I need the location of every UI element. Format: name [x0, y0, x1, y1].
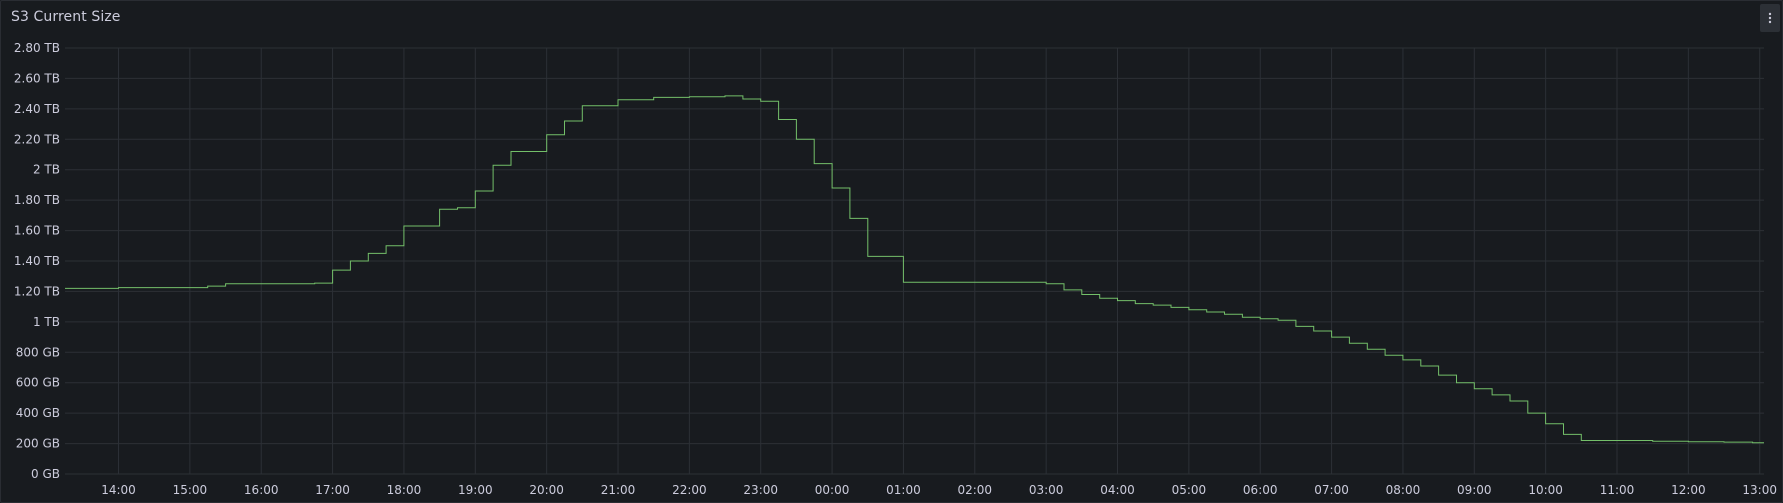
x-tick-label: 06:00	[1243, 483, 1278, 497]
y-tick-label: 0 GB	[31, 467, 60, 481]
x-tick-label: 23:00	[743, 483, 778, 497]
x-tick-label: 20:00	[529, 483, 564, 497]
y-tick-label: 1.20 TB	[14, 284, 60, 298]
x-tick-label: 07:00	[1314, 483, 1349, 497]
x-axis-labels: 14:00 15:00 16:00 17:00 18:00 19:00 20:00 21:00…	[101, 483, 1777, 497]
y-tick-label: 600 GB	[16, 376, 60, 390]
x-tick-label: 11:00	[1600, 483, 1635, 497]
x-tick-label: 12:00	[1671, 483, 1706, 497]
series-layer	[65, 95, 1764, 444]
y-grid	[65, 47, 1764, 475]
x-tick-label: 10:00	[1528, 483, 1563, 497]
y-axis-labels: 0 GB 200 GB 400 GB 600 GB 800 GB 1 TB 1.20 TB 1…	[14, 41, 60, 481]
y-tick-label: 400 GB	[16, 406, 60, 420]
x-tick-label: 08:00	[1386, 483, 1421, 497]
y-tick-label: 1 TB	[33, 315, 60, 329]
x-tick-label: 01:00	[886, 483, 921, 497]
y-tick-label: 2.60 TB	[14, 71, 60, 85]
x-tick-label: 09:00	[1457, 483, 1492, 497]
x-tick-label: 05:00	[1172, 483, 1207, 497]
x-tick-label: 02:00	[957, 483, 992, 497]
x-tick-label: 17:00	[315, 483, 350, 497]
y-tick-label: 2 TB	[33, 163, 60, 177]
x-tick-label: 03:00	[1029, 483, 1064, 497]
y-tick-label: 800 GB	[16, 345, 60, 359]
x-tick-label: 18:00	[387, 483, 422, 497]
x-tick-label: 16:00	[244, 483, 279, 497]
x-tick-label: 21:00	[601, 483, 636, 497]
y-tick-label: 2.80 TB	[14, 41, 60, 55]
chart-plot: 0 GB 200 GB 400 GB 600 GB 800 GB 1 TB 1.20 TB 1…	[14, 41, 1777, 497]
y-tick-label: 200 GB	[16, 437, 60, 451]
y-tick-label: 2.20 TB	[14, 132, 60, 146]
x-tick-label: 04:00	[1100, 483, 1135, 497]
series-line	[65, 95, 1764, 444]
x-tick-label: 19:00	[458, 483, 493, 497]
y-tick-label: 1.80 TB	[14, 193, 60, 207]
x-tick-label: 15:00	[173, 483, 208, 497]
y-tick-label: 1.40 TB	[14, 254, 60, 268]
x-tick-label: 22:00	[672, 483, 707, 497]
x-tick-label: 14:00	[101, 483, 136, 497]
x-tick-label: 13:00	[1742, 483, 1777, 497]
x-tick-label: 00:00	[815, 483, 850, 497]
y-tick-label: 1.60 TB	[14, 224, 60, 238]
y-tick-label: 2.40 TB	[14, 102, 60, 116]
